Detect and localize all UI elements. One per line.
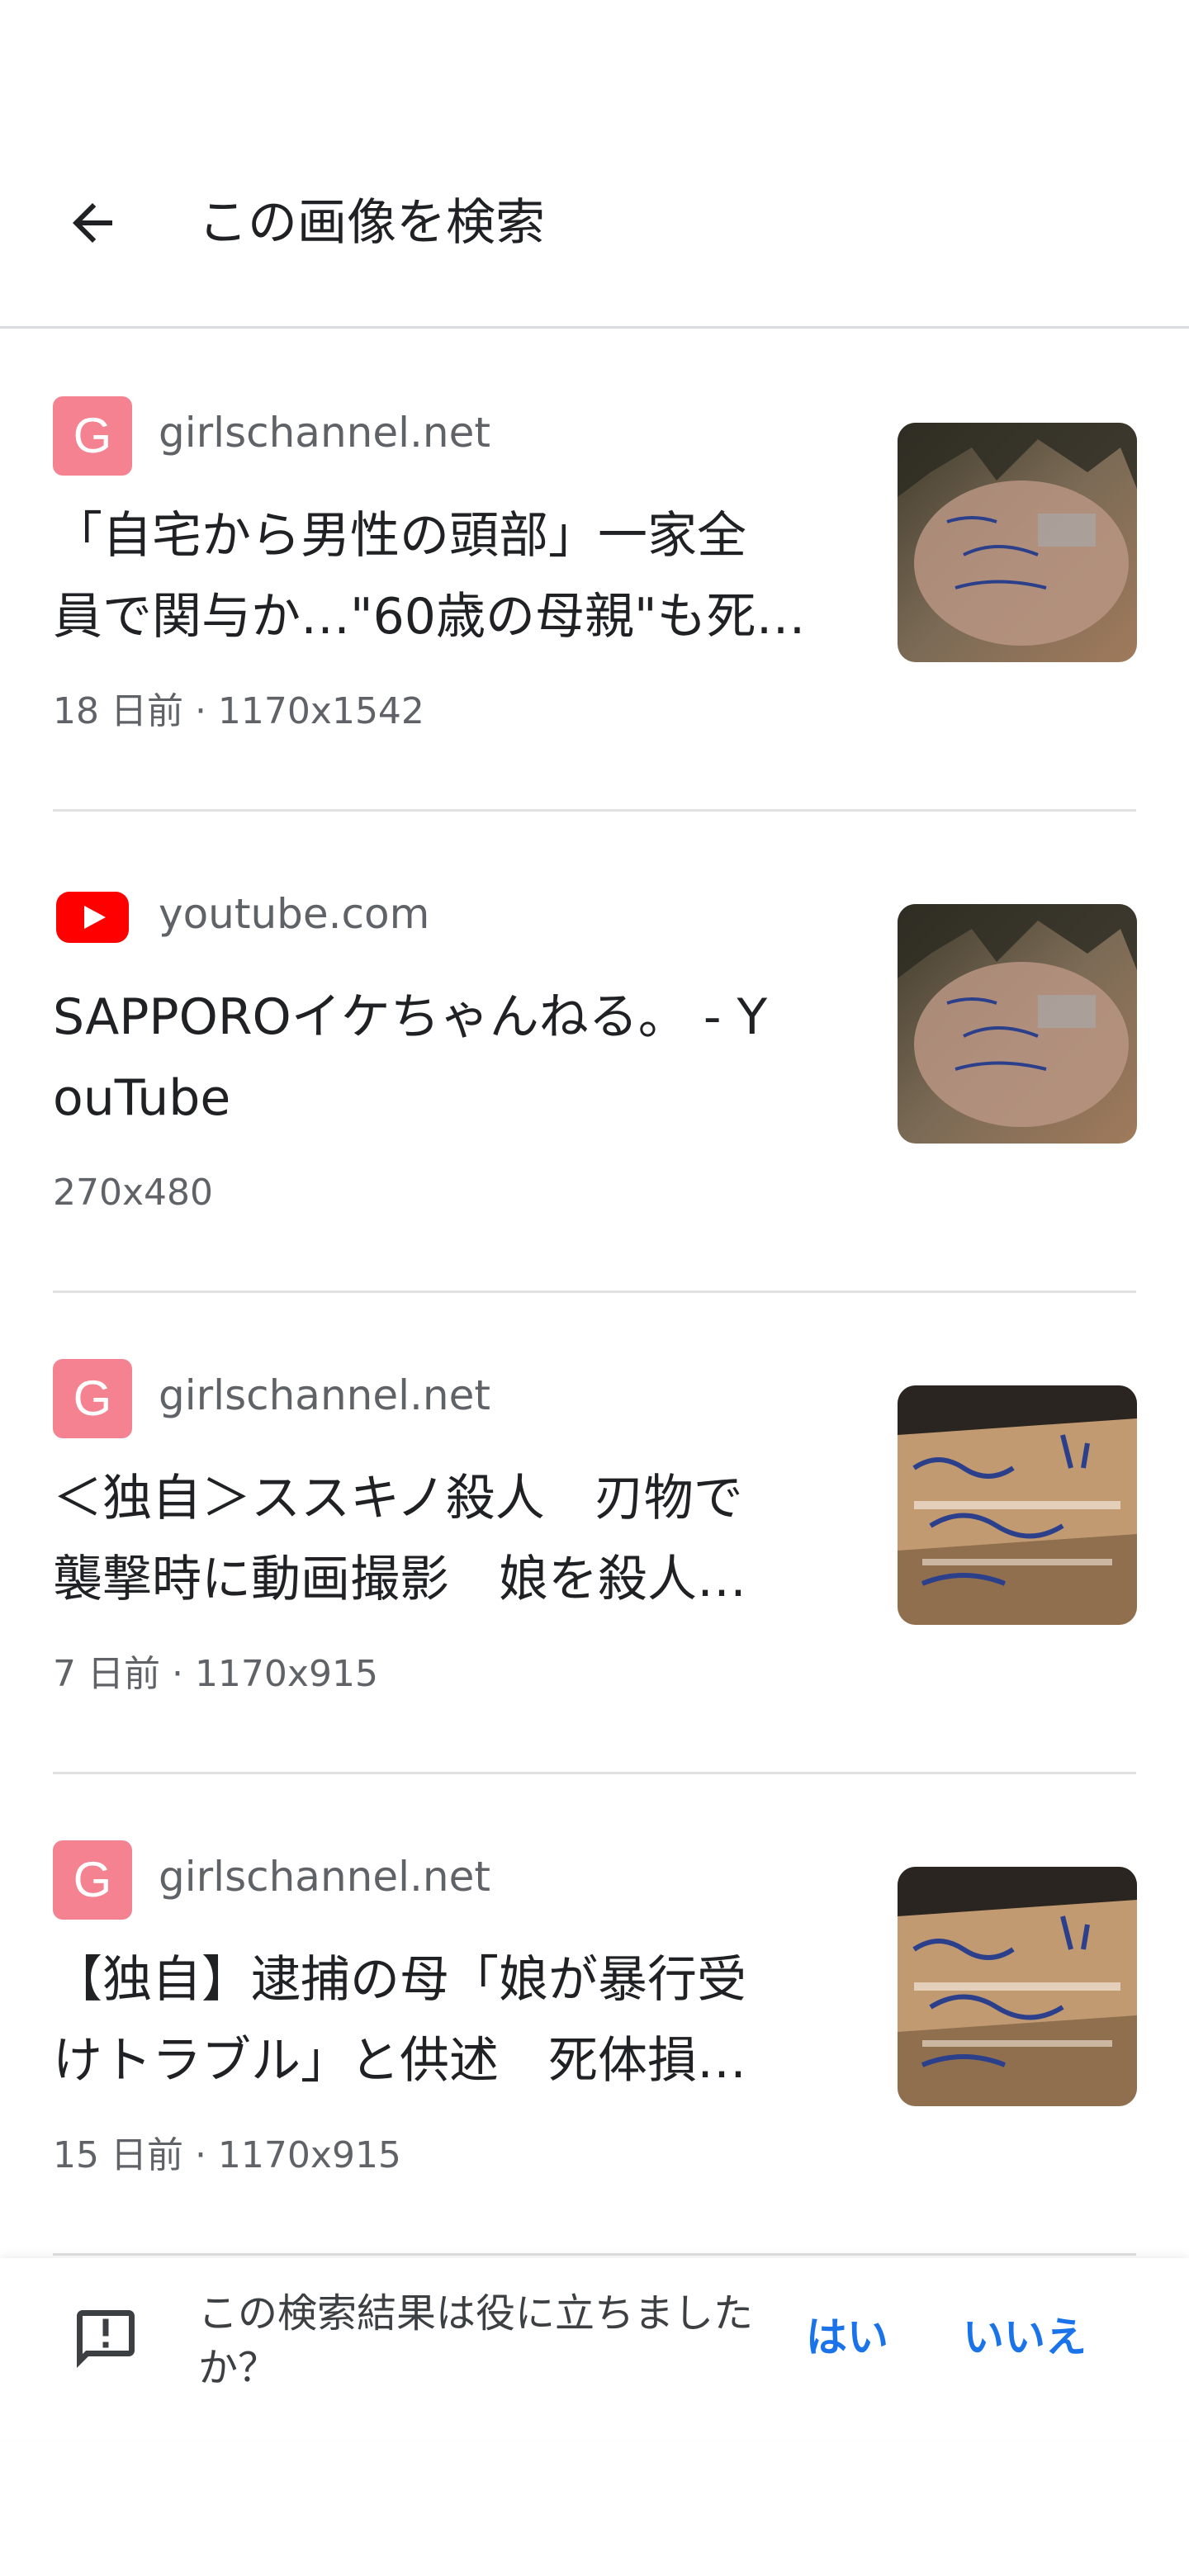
- svg-text:G: G: [73, 408, 112, 463]
- youtube-play-icon: [53, 878, 132, 957]
- girlschannel-favicon-icon: G: [53, 1359, 132, 1438]
- result-card[interactable]: G girlschannel.net 【独自】逮捕の母「娘が暴行受 けトラブル」…: [53, 1774, 1137, 2256]
- result-meta: 7 日前 · 1170x915: [53, 1653, 378, 1695]
- result-meta: 270x480: [53, 1172, 214, 1214]
- girlschannel-favicon-icon: G: [53, 1840, 132, 1920]
- result-meta: 15 日前 · 1170x915: [53, 2134, 401, 2176]
- divider: [53, 2253, 1136, 2256]
- result-source: girlschannel.net: [159, 409, 490, 457]
- arrow-left-icon: [73, 203, 112, 243]
- result-source: girlschannel.net: [159, 1853, 490, 1901]
- svg-text:G: G: [73, 1852, 112, 1907]
- result-thumbnail[interactable]: [898, 1385, 1137, 1625]
- feedback-icon: [68, 2301, 144, 2377]
- feedback-bar: この検索結果は役に立ちましたか？ はい いいえ: [0, 2258, 1189, 2440]
- feedback-no-button[interactable]: いいえ: [963, 2304, 1087, 2370]
- result-source: girlschannel.net: [159, 1371, 490, 1419]
- result-card[interactable]: youtube.com SAPPOROイケちゃんねる。 - Y ouTube 2…: [53, 812, 1137, 1293]
- svg-text:G: G: [73, 1371, 112, 1426]
- result-meta: 18 日前 · 1170x1542: [53, 690, 424, 732]
- result-title[interactable]: ＜独自＞ススキノ殺人 刃物で 襲撃時に動画撮影 娘を殺人…: [53, 1458, 829, 1620]
- result-thumbnail[interactable]: [898, 904, 1137, 1144]
- result-card[interactable]: G girlschannel.net ＜独自＞ススキノ殺人 刃物で 襲撃時に動画…: [53, 1293, 1137, 1774]
- feedback-yes-button[interactable]: はい: [806, 2304, 888, 2370]
- result-title[interactable]: 【独自】逮捕の母「娘が暴行受 けトラブル」と供述 死体損…: [53, 1939, 829, 2101]
- back-button[interactable]: [53, 183, 132, 263]
- result-thumbnail[interactable]: [898, 423, 1137, 662]
- result-title[interactable]: 「自宅から男性の頭部」一家全 員で関与か…"60歳の母親"も死…: [53, 495, 829, 657]
- app-bar: この画像を検索: [0, 0, 1189, 329]
- result-thumbnail[interactable]: [898, 1867, 1137, 2106]
- result-card[interactable]: G girlschannel.net 「自宅から男性の頭部」一家全 員で関与か……: [53, 330, 1137, 812]
- result-source: youtube.com: [159, 890, 430, 938]
- feedback-question: この検索結果は役に立ちましたか？: [198, 2290, 754, 2391]
- girlschannel-favicon-icon: G: [53, 396, 132, 476]
- page-title: この画像を検索: [198, 194, 545, 252]
- result-title[interactable]: SAPPOROイケちゃんねる。 - Y ouTube: [53, 977, 829, 1139]
